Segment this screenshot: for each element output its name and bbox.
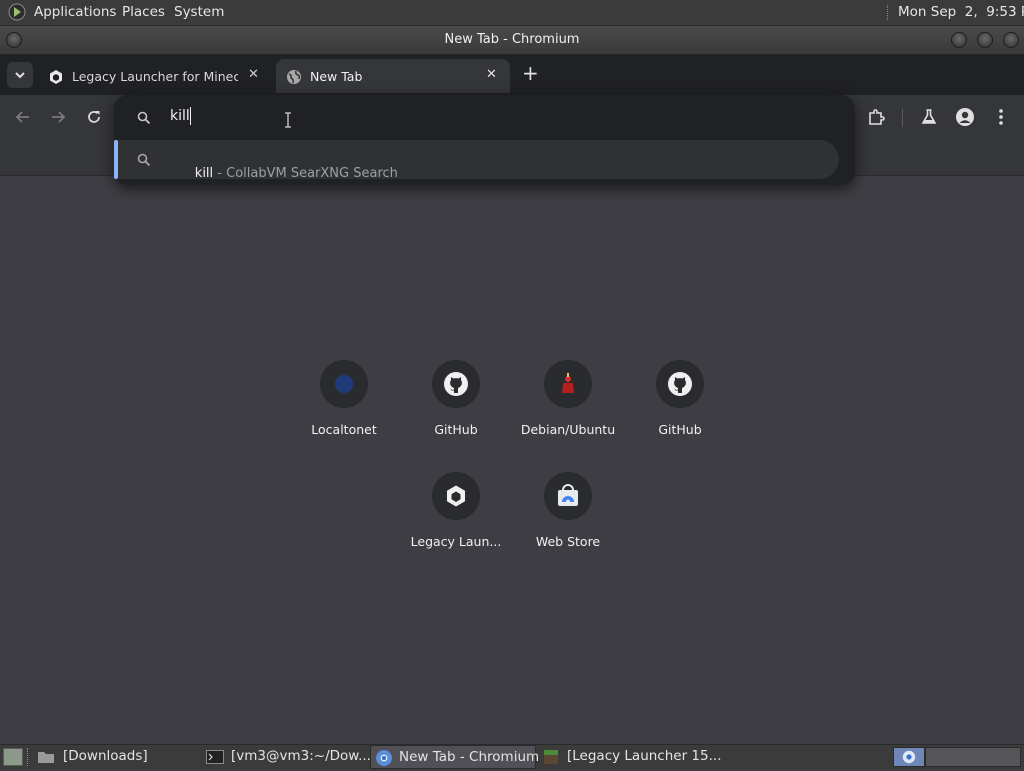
search-icon (137, 110, 151, 129)
menu-button[interactable] (991, 107, 1011, 127)
tab-label: Legacy Launcher for Minecra (72, 69, 238, 84)
taskbar-item-label: [Legacy Launcher 15... (567, 748, 722, 764)
close-icon[interactable]: ✕ (486, 67, 497, 82)
taskbar-item-terminal[interactable]: [vm3@vm3:~/Dow... (203, 745, 371, 769)
menu-system[interactable]: System (174, 4, 224, 20)
tab-legacy-launcher[interactable]: Legacy Launcher for Minecra ✕ (40, 59, 272, 93)
suggestion-suffix: - CollabVM SearXNG Search (213, 166, 398, 181)
cube-icon (432, 472, 480, 520)
omnibox-popup: kill kill - CollabVM SearXNG Search (114, 95, 855, 185)
back-button[interactable] (13, 107, 33, 127)
close-icon[interactable]: ✕ (248, 67, 259, 82)
show-desktop-icon[interactable] (3, 748, 23, 766)
taskbar-item-downloads[interactable]: [Downloads] (33, 745, 198, 769)
more-vertical-icon (999, 109, 1003, 125)
taskbar: [Downloads] [vm3@vm3:~/Dow... New Tab - … (0, 744, 1024, 769)
clock[interactable]: Mon Sep 2, 9:53 PM (898, 4, 1024, 20)
maximize-button[interactable] (977, 32, 993, 48)
gnome-foot-icon[interactable] (8, 3, 26, 21)
forward-button[interactable] (48, 107, 68, 127)
taskbar-item-legacy-launcher[interactable]: [Legacy Launcher 15... (539, 745, 722, 769)
window-title: New Tab - Chromium (444, 32, 580, 47)
new-tab-button[interactable]: + (522, 61, 539, 85)
shortcut-tile[interactable]: Localtonet (289, 360, 399, 460)
suggestion-item[interactable]: kill - CollabVM SearXNG Search (114, 140, 839, 181)
shortcut-tile[interactable]: Web Store (513, 472, 623, 572)
debian-icon (544, 360, 592, 408)
workspace-empty[interactable] (925, 747, 1021, 767)
minimize-button[interactable] (951, 32, 967, 48)
reload-button[interactable] (84, 107, 104, 127)
shortcut-label: Localtonet (311, 422, 377, 437)
flask-icon (921, 109, 937, 124)
taskbar-item-chromium[interactable]: New Tab - Chromium (370, 745, 540, 769)
taskbar-item-label: New Tab - Chromium (399, 749, 540, 765)
menu-applications[interactable]: Applications (34, 4, 116, 20)
tab-new-tab[interactable]: New Tab ✕ (276, 59, 510, 93)
shortcut-tile[interactable]: GitHub (401, 360, 511, 460)
shortcut-tile[interactable]: GitHub (625, 360, 735, 460)
shortcut-label: GitHub (658, 422, 702, 437)
ibeam-cursor-icon (284, 112, 292, 132)
puzzle-icon (869, 109, 885, 125)
shortcut-label: Legacy Laun... (410, 534, 502, 549)
omnibox-input[interactable]: kill (170, 108, 190, 124)
shortcut-label: Debian/Ubuntu (520, 422, 616, 437)
github-icon (656, 360, 704, 408)
window-titlebar[interactable]: New Tab - Chromium (0, 26, 1024, 55)
chevron-down-icon (15, 72, 25, 79)
localtonet-icon (320, 360, 368, 408)
extensions-button[interactable] (866, 107, 886, 127)
tab-label: New Tab (310, 69, 363, 84)
profile-button[interactable] (955, 107, 975, 127)
labs-button[interactable] (919, 107, 939, 127)
suggestion-query: kill (194, 166, 214, 181)
taskbar-separator (27, 748, 30, 766)
minecraft-icon (543, 749, 559, 769)
menu-places[interactable]: Places (122, 4, 165, 20)
tab-strip: Legacy Launcher for Minecra ✕ New Tab ✕ … (0, 55, 1024, 95)
search-icon (137, 152, 151, 171)
shortcut-tile[interactable]: Legacy Laun... (401, 472, 511, 572)
taskbar-item-label: [Downloads] (63, 748, 148, 764)
chromium-icon (902, 750, 916, 764)
cube-icon (48, 69, 64, 88)
folder-icon (37, 750, 55, 768)
account-icon (956, 108, 974, 126)
suggestion-text: kill - CollabVM SearXNG Search (170, 151, 398, 196)
suggestion-selected-indicator (114, 140, 118, 179)
toolbar-divider (902, 109, 903, 127)
workspace-switcher[interactable] (893, 747, 925, 767)
panel-separator (887, 5, 890, 20)
tab-search-button[interactable] (7, 62, 33, 88)
arrow-left-icon (15, 111, 29, 123)
github-icon (432, 360, 480, 408)
text-cursor (190, 107, 191, 125)
shortcut-label: GitHub (434, 422, 478, 437)
shortcut-tile[interactable]: Debian/Ubuntu (513, 360, 623, 460)
webstore-icon (544, 472, 592, 520)
top-panel: Applications Places System Mon Sep 2, 9:… (0, 0, 1024, 26)
close-window-button[interactable] (1003, 32, 1019, 48)
arrow-right-icon (52, 111, 66, 123)
shortcut-label: Web Store (535, 534, 601, 549)
omnibox[interactable]: kill (114, 95, 855, 139)
reload-icon (88, 111, 100, 123)
taskbar-item-label: [vm3@vm3:~/Dow... (231, 748, 371, 764)
terminal-icon (206, 750, 224, 768)
globe-icon (286, 69, 302, 88)
